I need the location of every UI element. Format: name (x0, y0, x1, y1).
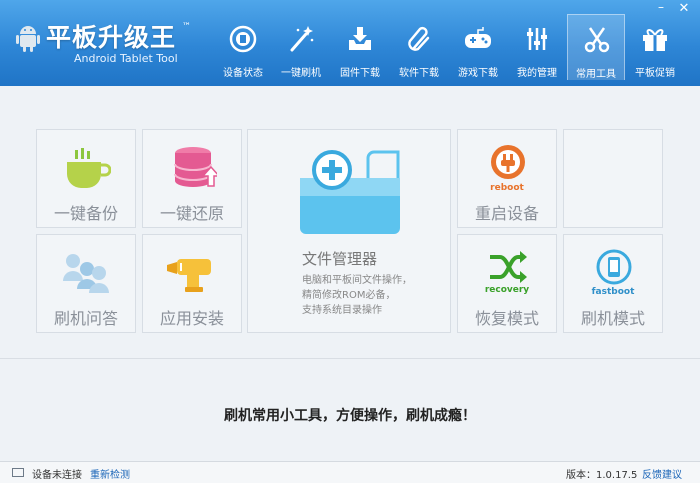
users-icon (63, 254, 109, 293)
reboot-icon-text: reboot (490, 183, 524, 193)
tile-recovery-mode[interactable]: recovery 恢复模式 (457, 234, 557, 333)
tile-reboot-device[interactable]: reboot 重启设备 (457, 129, 557, 228)
nav-my-management[interactable]: 我的管理 (508, 14, 566, 80)
shuffle-icon (490, 251, 527, 283)
tile-label: 恢复模式 (474, 309, 539, 328)
tile-label: 刷机模式 (580, 309, 645, 328)
android-logo-icon (16, 26, 40, 52)
nav-label: 游戏下载 (458, 68, 498, 79)
app-title: 平板升级王 (46, 23, 177, 52)
status-bar: 设备未连接 重新检测 版本：1.0.17.5 反馈建议 (0, 461, 700, 483)
tile-one-key-backup[interactable]: 一键备份 (36, 129, 136, 228)
tile-one-key-restore[interactable]: 一键还原 (142, 129, 242, 228)
divider (0, 358, 700, 359)
gift-icon (643, 29, 667, 51)
nav-one-key-flash[interactable]: 一键刷机 (272, 14, 330, 80)
nav-label: 我的管理 (517, 68, 557, 79)
nav-device-status[interactable]: 设备状态 (214, 14, 272, 80)
database-restore-icon (174, 147, 217, 187)
nav-label: 设备状态 (223, 68, 263, 79)
coffee-cup-icon (67, 148, 111, 188)
scissors-icon (584, 27, 610, 53)
nav-label: 软件下载 (399, 68, 439, 79)
sliders-icon (527, 28, 547, 50)
nav-label: 平板促销 (635, 68, 675, 79)
drill-icon (167, 259, 211, 292)
nav-firmware-download[interactable]: 固件下载 (331, 14, 389, 80)
recheck-link[interactable]: 重新检测 (90, 466, 130, 481)
file-manager-title: 文件管理器 (302, 250, 378, 268)
fastboot-icon-text: fastboot (591, 287, 635, 297)
tile-label: 一键还原 (159, 204, 224, 223)
tile-label: 应用安装 (159, 309, 224, 328)
phone-cycle-icon (596, 249, 632, 285)
version-text: 版本：1.0.17.5 (566, 470, 638, 481)
folder-add-icon (300, 150, 400, 234)
firmware-download-icon (349, 27, 371, 50)
connection-status: 设备未连接 (32, 470, 82, 481)
paperclip-icon (408, 26, 430, 51)
slogan: 刷机常用小工具，方便操作，刷机成瘾！ (224, 408, 476, 424)
tile-empty (563, 129, 663, 228)
nav-game-download[interactable]: 游戏下载 (449, 14, 507, 80)
tile-label: 一键备份 (53, 204, 118, 223)
nav-tablet-promo[interactable]: 平板促销 (626, 14, 684, 80)
magic-wand-icon (290, 26, 314, 52)
tile-fastboot-mode[interactable]: fastboot 刷机模式 (563, 234, 663, 333)
tile-app-install[interactable]: 应用安装 (142, 234, 242, 333)
tile-label: 重启设备 (474, 204, 539, 223)
app-subtitle: Android Tablet Tool (74, 52, 178, 65)
power-plug-icon (491, 145, 525, 179)
device-status-icon (229, 25, 257, 53)
nav-common-tools[interactable]: 常用工具 (567, 14, 625, 80)
device-icon (12, 468, 24, 477)
file-manager-desc-3: 支持系统目录操作 (302, 305, 382, 316)
nav-label: 常用工具 (576, 69, 616, 80)
file-manager-desc-2: 精简修改ROM必备， (302, 290, 396, 301)
file-manager-desc-1: 电脑和平板间文件操作， (302, 275, 412, 286)
tile-file-manager[interactable]: 文件管理器 电脑和平板间文件操作， 精简修改ROM必备， 支持系统目录操作 (247, 129, 451, 333)
tile-label: 刷机问答 (53, 309, 118, 328)
recovery-icon-text: recovery (484, 285, 530, 295)
tile-flash-qa[interactable]: 刷机问答 (36, 234, 136, 333)
feedback-link[interactable]: 反馈建议 (642, 466, 682, 481)
title-bar: 平板升级王 ™ Android Tablet Tool – ✕ 设备状态 一键刷… (0, 0, 700, 86)
trademark: ™ (182, 22, 191, 32)
nav-label: 固件下载 (340, 68, 380, 79)
nav-label: 一键刷机 (281, 68, 321, 79)
gamepad-icon (465, 27, 491, 48)
nav-software-download[interactable]: 软件下载 (390, 14, 448, 80)
